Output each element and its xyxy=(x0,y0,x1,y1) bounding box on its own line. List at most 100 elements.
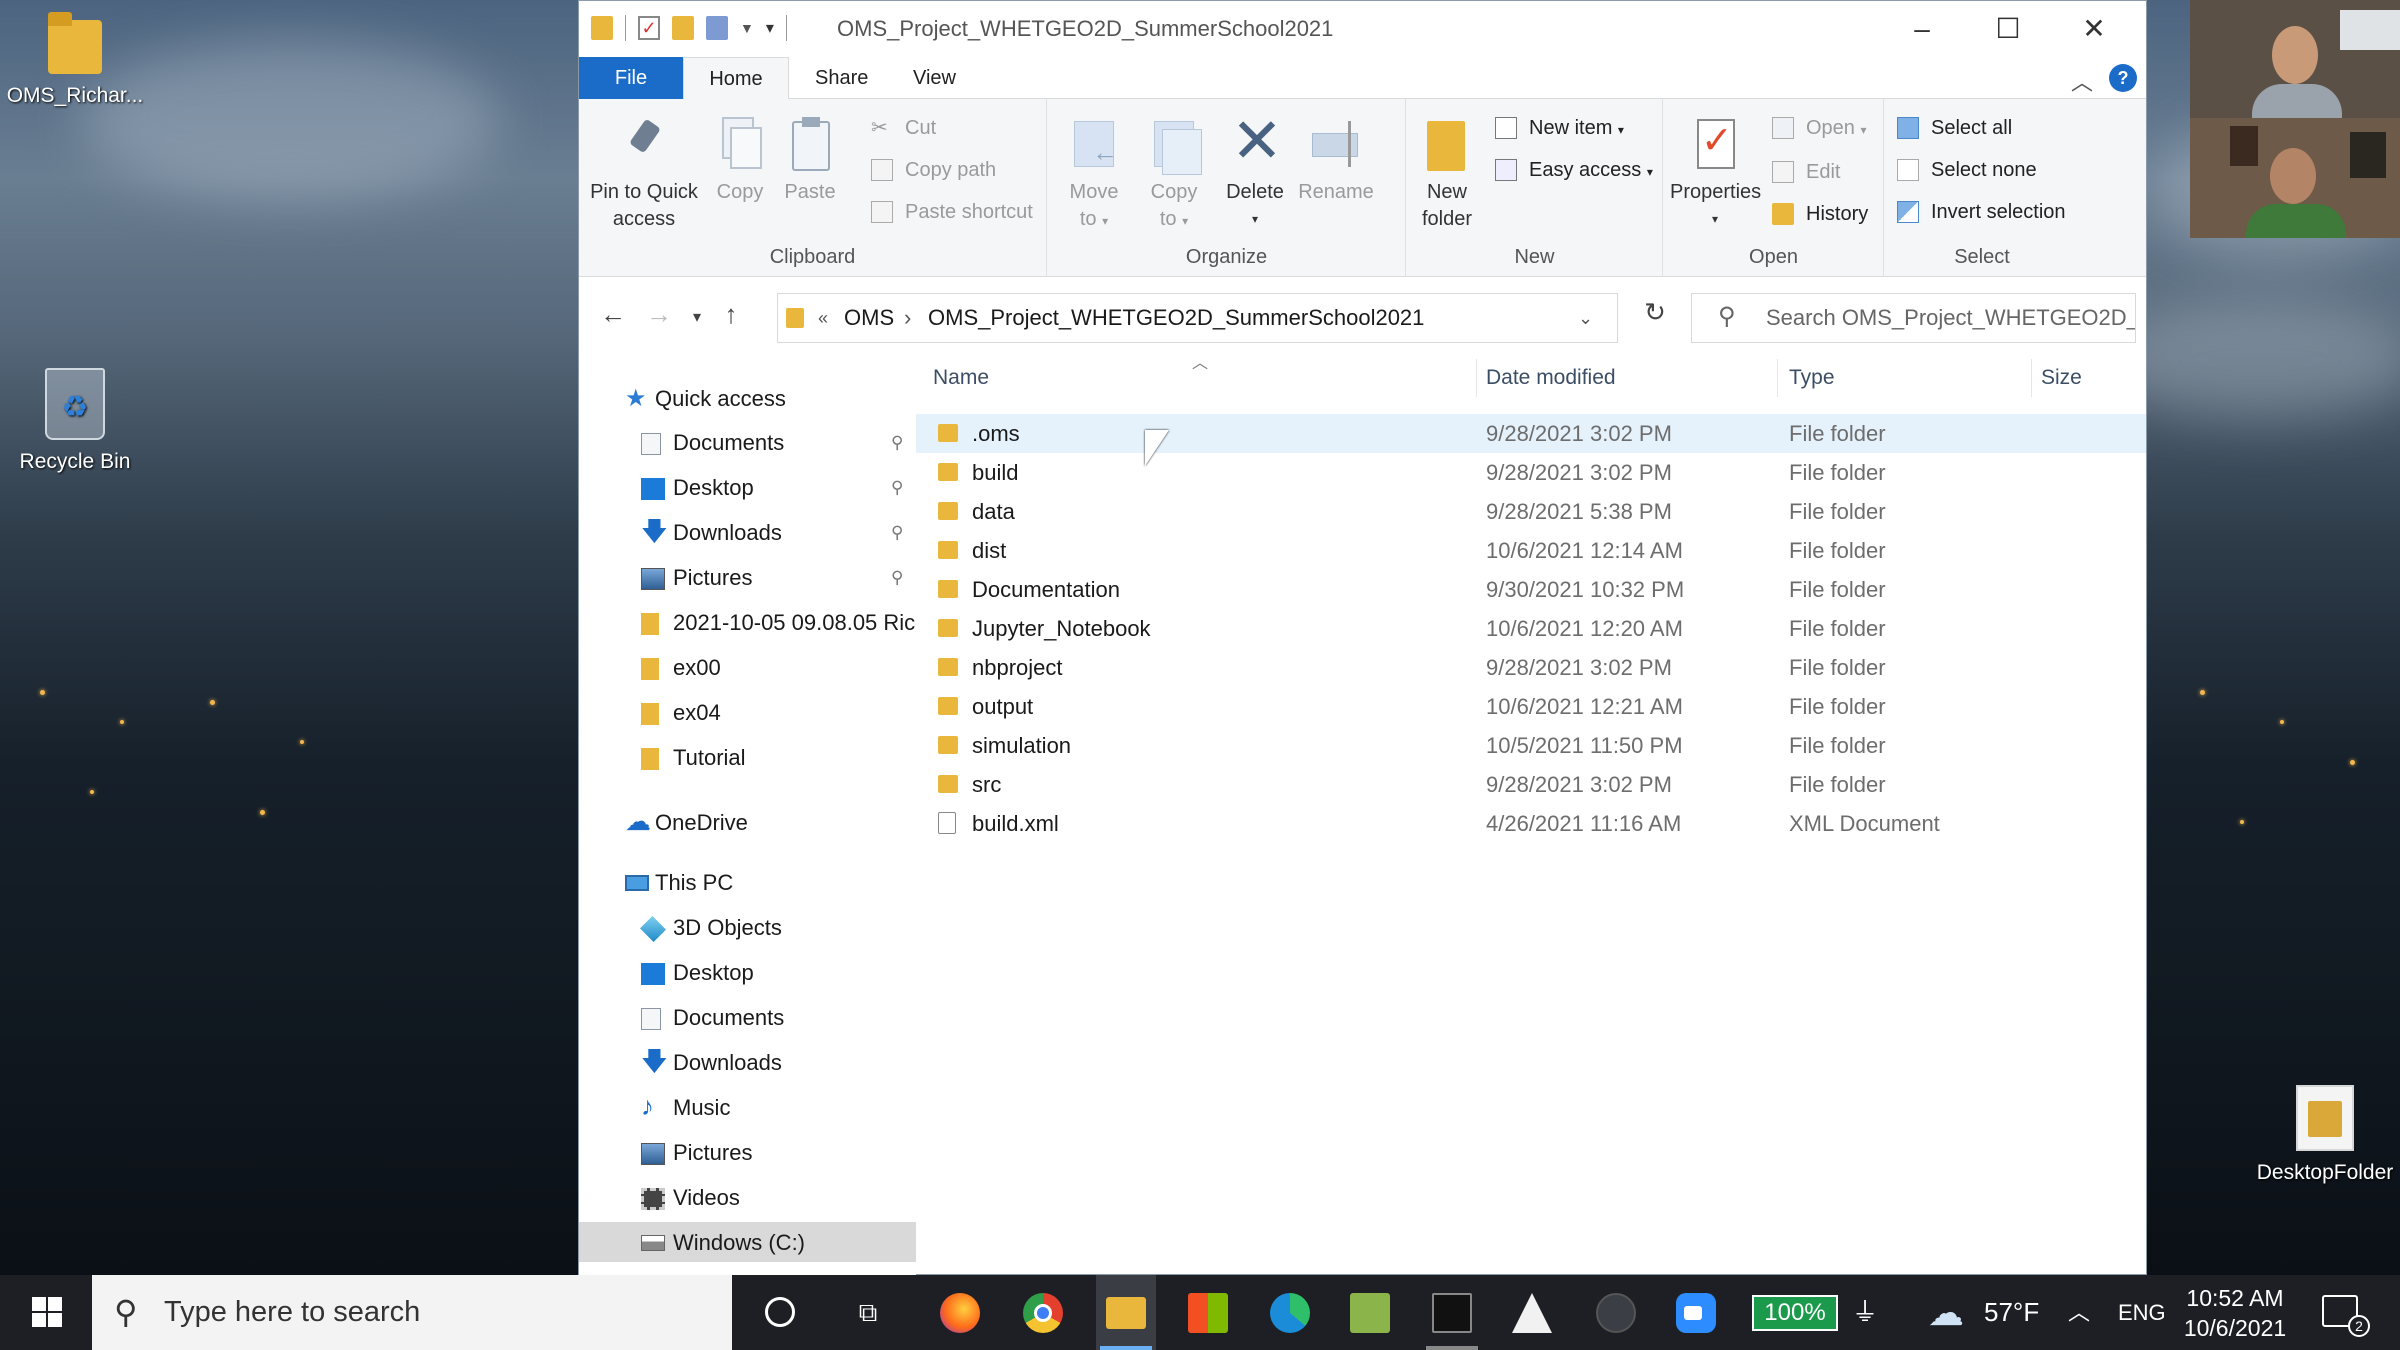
file-row[interactable]: .oms 9/28/2021 3:02 PM File folder xyxy=(916,414,2146,453)
tab-share[interactable]: Share xyxy=(793,57,890,99)
zoom-icon[interactable] xyxy=(1676,1293,1716,1333)
column-header-name[interactable]: Name xyxy=(933,359,989,397)
file-row[interactable]: output 10/6/2021 12:21 AM File folder xyxy=(916,687,2146,726)
nav-quick-pictures[interactable]: Pictures xyxy=(641,560,752,596)
select-all-button[interactable]: Select all xyxy=(1897,113,2012,143)
toolbar-menu-icon[interactable]: ▾ xyxy=(766,18,774,38)
file-row[interactable]: dist 10/6/2021 12:14 AM File folder xyxy=(916,531,2146,570)
weather-temp[interactable]: 57°F xyxy=(1984,1275,2039,1350)
desktop-icon-desktopfolder[interactable]: DesktopFolder xyxy=(2250,1085,2400,1185)
pin-icon[interactable]: ⚲ xyxy=(891,425,903,461)
new-folder-button[interactable]: New folder xyxy=(1415,115,1479,233)
nav-quick-downloads[interactable]: 🡇 Downloads xyxy=(641,515,782,551)
nav-this-pc[interactable]: This PC xyxy=(625,865,733,901)
easy-access-button[interactable]: Easy access ▾ xyxy=(1495,155,1653,185)
column-header-type[interactable]: Type xyxy=(1789,359,1835,397)
nav-pc-videos[interactable]: Videos xyxy=(641,1180,740,1216)
nav-pc-downloads[interactable]: 🡇 Downloads xyxy=(641,1045,782,1081)
recent-locations-button[interactable]: ▾ xyxy=(679,307,715,327)
nav-pc-music[interactable]: ♪ Music xyxy=(641,1090,730,1126)
copy-button[interactable]: Copy xyxy=(707,115,773,206)
nav-quick-desktop[interactable]: Desktop xyxy=(641,470,754,506)
help-icon[interactable]: ? xyxy=(2109,64,2137,92)
power-plug-icon[interactable]: ⏚ xyxy=(1852,1275,1878,1350)
pin-to-quick-access-button[interactable]: Pin to Quick access xyxy=(589,115,699,233)
terminal-icon[interactable] xyxy=(1432,1293,1472,1333)
paste-shortcut-button[interactable]: Paste shortcut xyxy=(871,197,1033,227)
up-button[interactable]: ↑ xyxy=(713,299,749,330)
tab-home[interactable]: Home xyxy=(683,57,789,100)
breadcrumb-project[interactable]: OMS_Project_WHETGEO2D_SummerSchool2021 xyxy=(928,294,1424,342)
cut-button[interactable]: ✂ Cut xyxy=(871,113,936,143)
file-row[interactable]: nbproject 9/28/2021 3:02 PM File folder xyxy=(916,648,2146,687)
column-divider[interactable] xyxy=(2031,359,2032,397)
sailing-app-icon[interactable] xyxy=(1512,1293,1552,1333)
file-row[interactable]: Jupyter_Notebook 10/6/2021 12:20 AM File… xyxy=(916,609,2146,648)
cortana-button[interactable] xyxy=(750,1275,810,1350)
show-hidden-icons-icon[interactable]: ︿ xyxy=(2068,1275,2090,1350)
column-header-date[interactable]: Date modified xyxy=(1486,359,1616,397)
taskbar-search-input[interactable]: ⚲ Type here to search xyxy=(92,1275,732,1350)
nav-quick-ex00[interactable]: ex00 xyxy=(641,650,721,686)
weather-cloud-icon[interactable]: ☁ xyxy=(1928,1275,1964,1350)
breadcrumb-separator-icon[interactable]: › xyxy=(904,294,911,342)
desktop-icon-recycle-bin[interactable]: ♻ Recycle Bin xyxy=(0,368,150,474)
battery-indicator[interactable]: 100% xyxy=(1752,1295,1838,1331)
chrome-icon[interactable] xyxy=(1023,1293,1063,1333)
history-button[interactable]: History xyxy=(1772,199,1868,229)
file-row[interactable]: simulation 10/5/2021 11:50 PM File folde… xyxy=(916,726,2146,765)
language-indicator[interactable]: ENG xyxy=(2118,1275,2166,1350)
edge-icon[interactable] xyxy=(1270,1293,1310,1333)
firefox-icon[interactable] xyxy=(940,1293,980,1333)
photo-editor-icon[interactable] xyxy=(1350,1293,1390,1333)
properties-check-icon[interactable]: ✓ xyxy=(638,16,660,40)
copy-path-button[interactable]: Copy path xyxy=(871,155,996,185)
nav-quick-tutorial[interactable]: Tutorial xyxy=(641,740,746,776)
move-to-button[interactable]: ← Move to ▾ xyxy=(1058,115,1130,235)
store-icon[interactable] xyxy=(1188,1293,1228,1333)
address-bar[interactable]: « OMS › OMS_Project_WHETGEO2D_SummerScho… xyxy=(777,293,1618,343)
tab-view[interactable]: View xyxy=(891,57,978,99)
nav-onedrive[interactable]: ☁ OneDrive xyxy=(625,805,748,841)
pin-icon[interactable]: ⚲ xyxy=(891,560,903,596)
nav-quick-recording-folder[interactable]: 2021-10-05 09.08.05 Ric xyxy=(641,605,915,641)
folder-icon[interactable] xyxy=(591,16,613,40)
address-dropdown-icon[interactable]: ⌄ xyxy=(1578,294,1593,342)
forward-button[interactable]: → xyxy=(641,299,677,330)
maximize-button[interactable]: ☐ xyxy=(1965,1,2051,57)
pin-icon[interactable]: ⚲ xyxy=(891,515,903,551)
paste-button[interactable]: Paste xyxy=(777,115,843,206)
nav-pc-windows-c[interactable]: Windows (C:) xyxy=(641,1225,805,1261)
minimize-button[interactable]: – xyxy=(1879,1,1965,57)
copy-to-button[interactable]: Copy to ▾ xyxy=(1138,115,1210,235)
nav-quick-ex04[interactable]: ex04 xyxy=(641,695,721,731)
file-row[interactable]: build.xml 4/26/2021 11:16 AM XML Documen… xyxy=(916,804,2146,843)
rename-button[interactable]: Rename xyxy=(1296,115,1376,206)
close-button[interactable]: ✕ xyxy=(2051,1,2137,57)
back-button[interactable]: ← xyxy=(595,299,631,330)
clock[interactable]: 10:52 AM 10/6/2021 xyxy=(2180,1283,2290,1343)
invert-selection-button[interactable]: Invert selection xyxy=(1897,197,2066,227)
nav-pc-desktop[interactable]: Desktop xyxy=(641,955,754,991)
tab-file[interactable]: File xyxy=(579,57,683,99)
new-item-button[interactable]: New item ▾ xyxy=(1495,113,1624,143)
start-button[interactable] xyxy=(12,1275,82,1350)
breadcrumb-oms[interactable]: OMS xyxy=(844,294,894,342)
column-divider[interactable] xyxy=(1476,359,1477,397)
task-view-button[interactable]: ⧉ xyxy=(838,1275,898,1350)
nav-quick-documents[interactable]: Documents xyxy=(641,425,784,461)
nav-pc-documents[interactable]: Documents xyxy=(641,1000,784,1036)
column-header-size[interactable]: Size xyxy=(2041,359,2082,397)
search-input[interactable]: ⚲ Search OMS_Project_WHETGEO2D_... xyxy=(1691,293,2136,343)
nav-quick-access[interactable]: ★ Quick access xyxy=(625,381,786,417)
overflow-icon[interactable]: « xyxy=(818,294,828,342)
nav-pc-3d-objects[interactable]: 3D Objects xyxy=(639,910,782,946)
file-row[interactable]: src 9/28/2021 3:02 PM File folder xyxy=(916,765,2146,804)
refresh-button[interactable]: ↻ xyxy=(1637,297,1673,328)
edit-button[interactable]: Edit xyxy=(1772,157,1840,187)
file-row[interactable]: build 9/28/2021 3:02 PM File folder xyxy=(916,453,2146,492)
file-row[interactable]: Documentation 9/30/2021 10:32 PM File fo… xyxy=(916,570,2146,609)
desktop-icon-oms-folder[interactable]: OMS_Richar... xyxy=(0,12,150,108)
chevron-down-icon[interactable]: ▼ xyxy=(740,20,754,36)
column-divider[interactable] xyxy=(1777,359,1778,397)
